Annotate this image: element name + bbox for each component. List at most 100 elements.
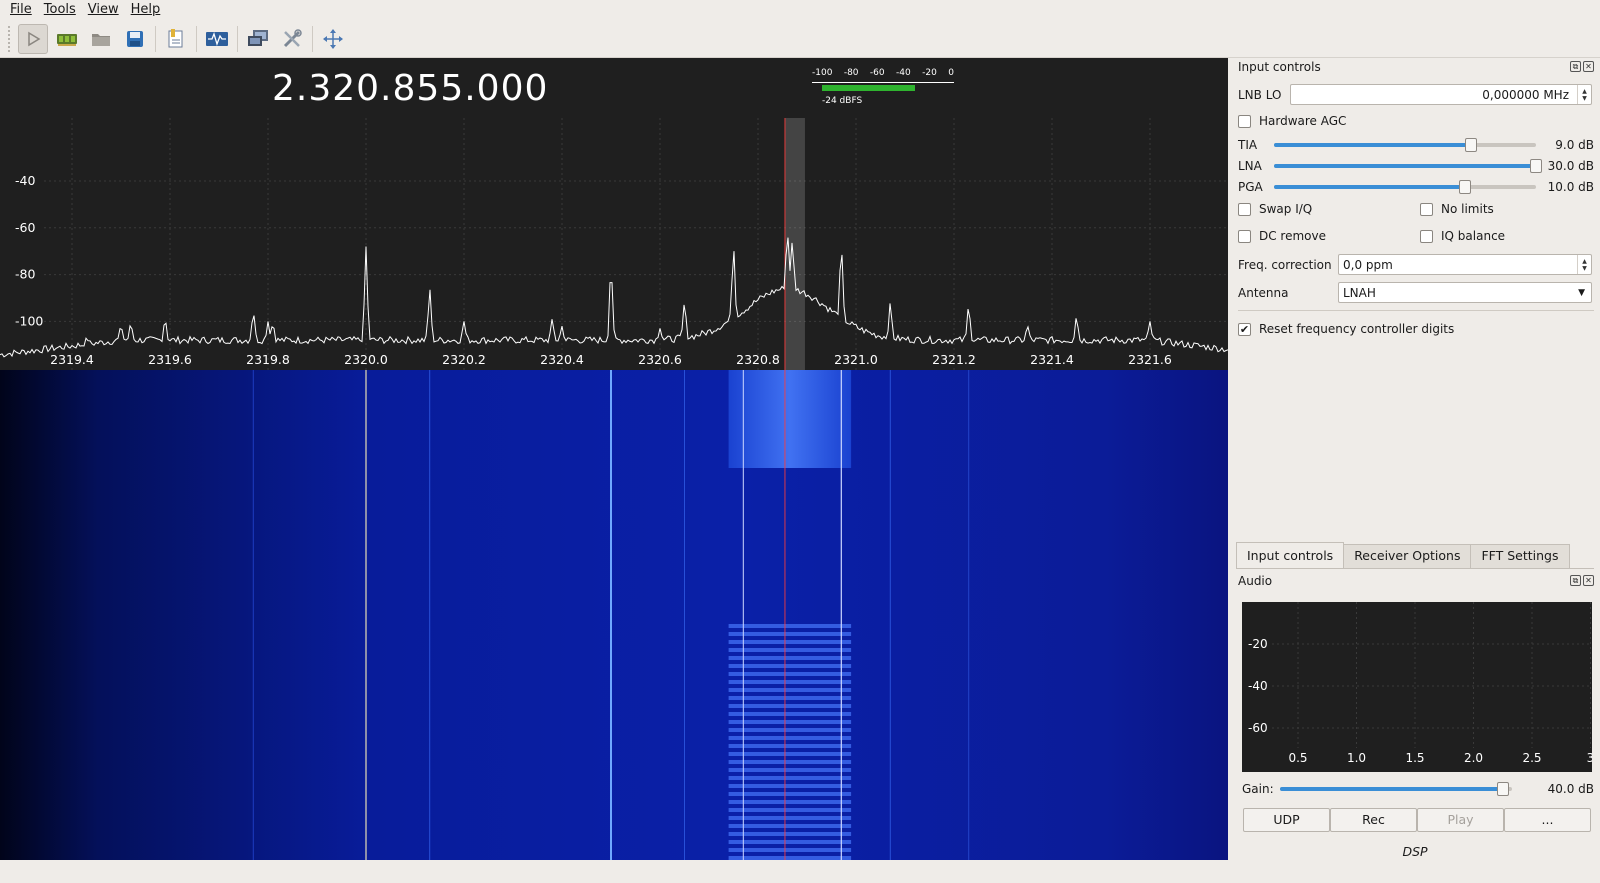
lna-slider-handle[interactable]	[1530, 159, 1542, 173]
dc-remove-label: DC remove	[1259, 229, 1327, 243]
auto-fit-button[interactable]	[318, 24, 348, 54]
tia-slider[interactable]	[1274, 138, 1536, 152]
waveform-icon	[206, 31, 228, 46]
audio-x-tick-label: 2.5	[1522, 751, 1541, 765]
float-dock-icon[interactable]: ⧉	[1570, 61, 1581, 72]
dbfs-scale-tick: -20	[922, 68, 937, 78]
plotter[interactable]: 2319.4 2319.6 2319.8 2320.0 2320.2 2320.4 2320…	[0, 58, 1228, 860]
menu-help[interactable]: Help	[125, 0, 167, 20]
toolbar-separator	[155, 25, 156, 52]
audio-x-tick-label: 1.5	[1405, 751, 1424, 765]
udp-button[interactable]: UDP	[1243, 808, 1330, 832]
close-dock-icon[interactable]: ✕	[1583, 61, 1594, 72]
audio-fft-plot[interactable]: 0.5 1.0 1.5 2.0 2.5 3 -20 -40 -60	[1242, 602, 1594, 772]
spin-up-icon[interactable]: ▲	[1582, 88, 1587, 95]
dc-remove-checkbox[interactable]: DC remove	[1238, 229, 1326, 243]
antenna-row: Antenna LNAH ▼	[1238, 282, 1592, 303]
waterfall[interactable]	[0, 370, 1228, 860]
waterfall-signal-stripe	[728, 800, 852, 804]
waterfall-signal-stripe	[728, 784, 852, 788]
menu-tools[interactable]: Tools	[38, 0, 82, 20]
spin-down-icon[interactable]: ▼	[1582, 265, 1587, 272]
close-dock-icon[interactable]: ✕	[1583, 575, 1594, 586]
spin-up-icon[interactable]: ▲	[1582, 258, 1587, 265]
save-icon	[127, 30, 143, 47]
waterfall-signal-stripe	[728, 744, 852, 748]
lnb-lo-spin-arrows[interactable]: ▲ ▼	[1577, 85, 1591, 104]
pga-label: PGA	[1238, 180, 1263, 194]
configure-device-button[interactable]	[52, 24, 82, 54]
spin-down-icon[interactable]: ▼	[1582, 95, 1587, 102]
pga-gain-row: PGA 10.0 dB	[1238, 178, 1594, 196]
hardware-agc-box[interactable]	[1238, 114, 1251, 128]
dbfs-scale: -100 -80 -60 -40 -20 0	[812, 68, 954, 78]
audio-y-tick-label: -60	[1248, 721, 1268, 735]
audio-x-tick-label: 1.0	[1347, 751, 1366, 765]
open-file-button[interactable]	[86, 24, 116, 54]
waterfall-signal-stripe	[728, 760, 852, 764]
dbfs-scale-tick: -100	[812, 68, 833, 78]
waterfall-signal-stripe	[728, 696, 852, 700]
float-dock-icon[interactable]: ⧉	[1570, 575, 1581, 586]
audio-options-button[interactable]: ...	[1504, 808, 1591, 832]
iq-balance-box[interactable]	[1420, 229, 1433, 243]
bookmarks-button[interactable]	[161, 24, 191, 54]
iq-tool-button[interactable]	[202, 24, 232, 54]
tia-slider-handle[interactable]	[1464, 138, 1477, 152]
pga-slider-handle[interactable]	[1459, 180, 1472, 194]
tab-receiver-options[interactable]: Receiver Options	[1343, 544, 1472, 568]
waterfall-signal-stripe	[728, 656, 852, 660]
audio-gain-handle[interactable]	[1496, 782, 1509, 796]
swap-iq-box[interactable]	[1238, 202, 1251, 216]
antenna-select[interactable]: LNAH ▼	[1338, 282, 1592, 303]
reset-digits-box[interactable]: ✔	[1238, 322, 1251, 336]
lna-slider[interactable]	[1274, 159, 1542, 173]
dxc-settings-button[interactable]	[277, 24, 307, 54]
menu-file[interactable]: File	[4, 0, 38, 20]
remote-control-button[interactable]	[243, 24, 273, 54]
waterfall-signal-stripe	[728, 648, 852, 652]
swap-iq-label: Swap I/Q	[1259, 202, 1313, 216]
tab-input-controls[interactable]: Input controls	[1236, 542, 1345, 568]
x-tick-label: 2321.4	[1030, 352, 1074, 367]
no-limits-checkbox[interactable]: No limits	[1420, 202, 1494, 216]
waterfall-signal-stripe	[728, 808, 852, 812]
toolbar-grip[interactable]	[8, 25, 12, 52]
dbfs-readout: -24 dBFS	[822, 96, 863, 106]
audio-title: Audio	[1238, 574, 1273, 588]
freq-correction-spin-arrows[interactable]: ▲ ▼	[1577, 255, 1591, 274]
menu-view[interactable]: View	[82, 0, 125, 20]
pga-slider[interactable]	[1274, 180, 1536, 194]
audio-y-tick-label: -40	[1248, 679, 1268, 693]
hardware-agc-checkbox[interactable]: Hardware AGC	[1238, 114, 1346, 128]
toolbar-separator	[312, 25, 313, 52]
waterfall-background	[0, 370, 1228, 860]
tab-fft-settings[interactable]: FFT Settings	[1470, 544, 1570, 568]
dock-tabbar: Input controls Receiver Options FFT Sett…	[1236, 542, 1570, 568]
dc-remove-box[interactable]	[1238, 229, 1251, 243]
spectrum-waterfall-svg[interactable]: 2319.4 2319.6 2319.8 2320.0 2320.2 2320.4 2320…	[0, 58, 1228, 860]
iq-balance-checkbox[interactable]: IQ balance	[1420, 229, 1505, 243]
x-tick-label: 2320.8	[736, 352, 780, 367]
freq-correction-spinbox[interactable]: 0,0 ppm ▲ ▼	[1338, 254, 1592, 275]
lna-value: 30.0 dB	[1547, 159, 1594, 173]
dbfs-scale-tick: -40	[896, 68, 911, 78]
play-button[interactable]: Play	[1417, 808, 1504, 832]
waterfall-signal-stripe	[728, 848, 852, 852]
frequency-display[interactable]: 2.320.855.000	[272, 68, 548, 109]
hardware-agc-label: Hardware AGC	[1259, 114, 1347, 128]
waterfall-signal-stripe	[728, 688, 852, 692]
x-tick-label: 2320.6	[638, 352, 682, 367]
y-tick-label: -40	[15, 173, 35, 188]
swap-iq-checkbox[interactable]: Swap I/Q	[1238, 202, 1312, 216]
audio-gain-slider[interactable]	[1280, 782, 1512, 796]
lnb-lo-spinbox[interactable]: 0,000000 MHz ▲ ▼	[1290, 84, 1592, 105]
no-limits-box[interactable]	[1420, 202, 1433, 216]
save-settings-button[interactable]	[120, 24, 150, 54]
menu-bar: File Tools View Help	[0, 0, 1600, 20]
waterfall-signal-stripe	[728, 720, 852, 724]
waterfall-signal-stripe	[728, 752, 852, 756]
reset-digits-checkbox[interactable]: ✔ Reset frequency controller digits	[1238, 322, 1454, 336]
rec-button[interactable]: Rec	[1330, 808, 1417, 832]
start-dsp-button[interactable]	[18, 23, 48, 54]
